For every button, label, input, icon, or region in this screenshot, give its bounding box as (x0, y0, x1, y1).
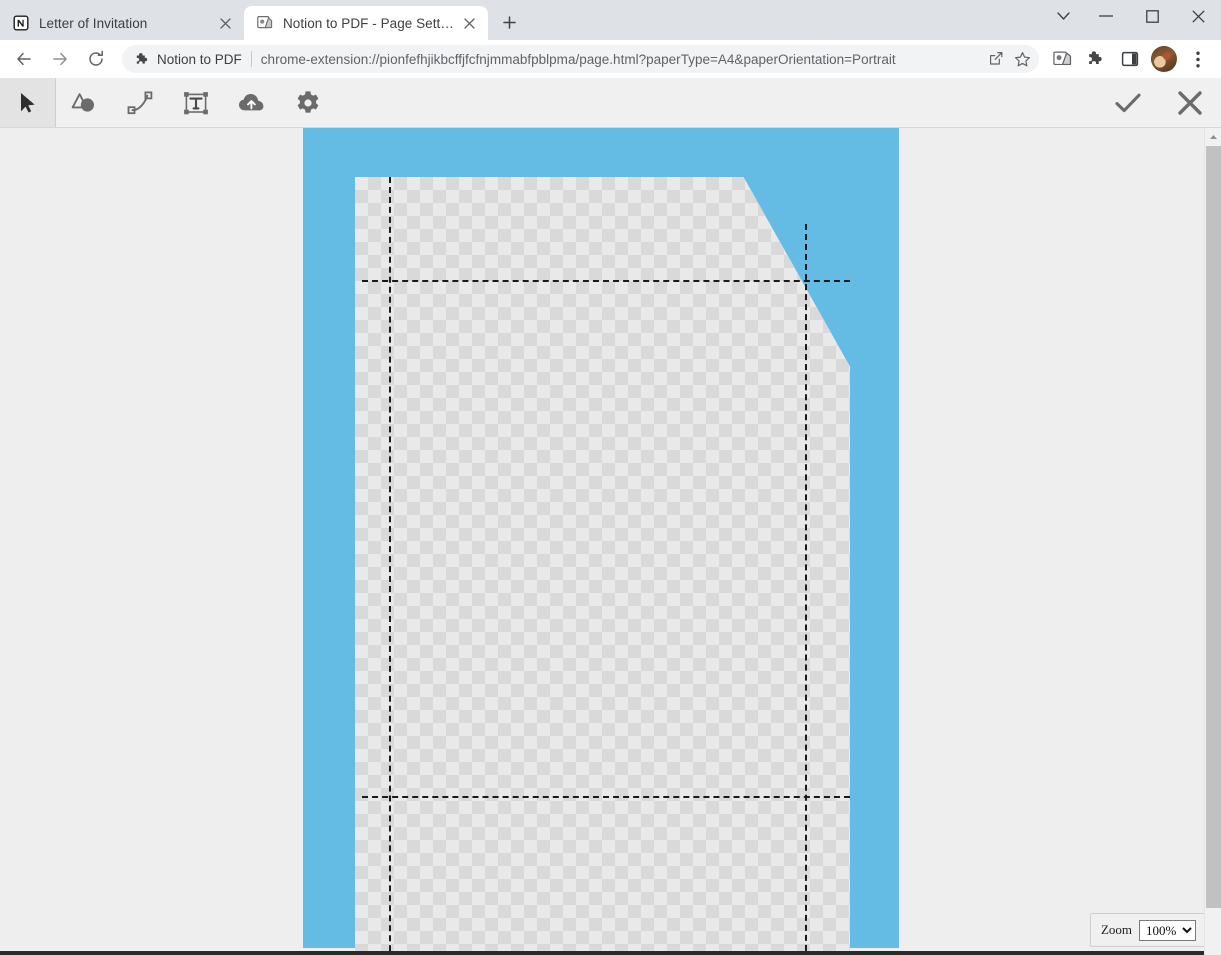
close-button[interactable] (1175, 0, 1221, 32)
chrome-menu-button[interactable] (1183, 44, 1213, 74)
margin-guide-top (362, 280, 850, 282)
tab-letter-of-invitation[interactable]: Letter of Invitation (0, 6, 244, 40)
pdf-page-preview[interactable] (355, 177, 850, 955)
url-text: chrome-extension://pionfefhjikbcffjfcfnj… (261, 52, 983, 67)
margin-guide-left (389, 177, 391, 955)
tab-title: Notion to PDF - Page Settings (283, 16, 454, 31)
notion-to-pdf-icon (1053, 50, 1072, 69)
forward-button[interactable] (45, 44, 75, 74)
cancel-button[interactable] (1159, 78, 1221, 127)
profile-avatar[interactable] (1151, 46, 1177, 72)
tab-close-button[interactable] (458, 12, 480, 34)
minimize-button[interactable] (1083, 0, 1129, 32)
plus-icon (503, 16, 516, 29)
extension-notion-to-pdf-button[interactable] (1047, 44, 1077, 74)
tab-search-button[interactable] (1043, 0, 1083, 32)
zoom-select[interactable]: 50%75%100%125%150%200% (1139, 920, 1196, 941)
upload-tool-button[interactable] (224, 78, 280, 127)
forward-arrow-icon (51, 50, 69, 68)
new-tab-button[interactable] (494, 7, 524, 37)
back-arrow-icon (15, 50, 33, 68)
close-x-icon (1192, 10, 1205, 23)
vertical-scrollbar[interactable] (1204, 128, 1221, 955)
cloud-upload-icon (238, 92, 266, 114)
tab-close-button[interactable] (214, 12, 236, 34)
tab-strip: Letter of Invitation Notion to PDF - Pag… (0, 0, 1221, 40)
scrollbar-thumb[interactable] (1206, 146, 1221, 908)
zoom-label: Zoom (1101, 922, 1132, 938)
chevron-down-icon (1057, 12, 1070, 21)
star-icon[interactable] (1009, 46, 1035, 72)
puzzle-piece-icon (1087, 50, 1105, 68)
scrollbar-up-arrow[interactable] (1205, 128, 1221, 145)
extension-name-label: Notion to PDF (157, 52, 242, 67)
settings-tool-button[interactable] (280, 78, 336, 127)
editor-toolbar (0, 78, 1221, 128)
window-bottom-edge (0, 951, 1221, 955)
chevron-up-icon (1209, 134, 1218, 140)
reload-icon (87, 50, 105, 68)
minimize-icon (1099, 15, 1113, 17)
share-icon[interactable] (983, 46, 1009, 72)
maximize-button[interactable] (1129, 0, 1175, 32)
kebab-menu-icon (1196, 51, 1200, 68)
browser-window: Letter of Invitation Notion to PDF - Pag… (0, 0, 1221, 955)
line-path-icon (127, 90, 153, 116)
notion-icon (12, 14, 30, 32)
address-bar[interactable]: Notion to PDF chrome-extension://pionfef… (122, 45, 1039, 73)
notion-to-pdf-icon (256, 14, 274, 32)
zoom-control: Zoom 50%75%100%125%150%200% (1090, 913, 1207, 947)
shapes-icon (70, 90, 98, 116)
confirm-button[interactable] (1097, 78, 1159, 127)
shape-tool-button[interactable] (56, 78, 112, 127)
text-box-icon (183, 90, 209, 116)
editor-canvas[interactable]: Zoom 50%75%100%125%150%200% (0, 128, 1221, 955)
margin-guide-bottom (362, 796, 850, 798)
puzzle-piece-icon (133, 50, 151, 68)
back-button[interactable] (9, 44, 39, 74)
extensions-menu-button[interactable] (1081, 44, 1111, 74)
reload-button[interactable] (81, 44, 111, 74)
cursor-arrow-icon (17, 91, 39, 115)
browser-toolbar: Notion to PDF chrome-extension://pionfef… (0, 40, 1221, 78)
side-panel-icon (1121, 50, 1139, 68)
maximize-icon (1146, 10, 1159, 23)
tab-title: Letter of Invitation (39, 16, 210, 31)
close-x-icon (1176, 90, 1204, 116)
check-icon (1114, 91, 1142, 115)
omnibox-actions (983, 46, 1035, 72)
text-tool-button[interactable] (168, 78, 224, 127)
window-controls (1043, 0, 1221, 40)
line-tool-button[interactable] (112, 78, 168, 127)
tab-notion-to-pdf-page-settings[interactable]: Notion to PDF - Page Settings (244, 6, 488, 40)
omnibox-separator (251, 51, 252, 67)
side-panel-button[interactable] (1115, 44, 1145, 74)
gear-icon (295, 90, 321, 116)
margin-guide-right (805, 224, 807, 955)
select-tool-button[interactable] (0, 78, 56, 127)
